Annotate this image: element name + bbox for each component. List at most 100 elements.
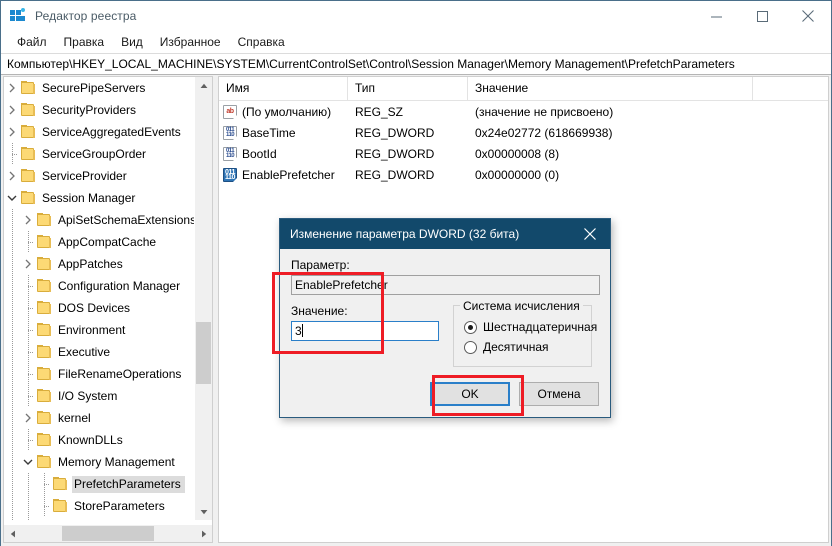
tree-item-apisetschemaextensions[interactable]: ApiSetSchemaExtensions [4, 209, 196, 231]
tree-horizontal-scrollbar[interactable] [4, 524, 212, 542]
tree-item-appcompatcache[interactable]: AppCompatCache [4, 231, 196, 253]
value-and-base-row: Значение: 3 Система исчисления Шестнадца… [291, 304, 599, 367]
scroll-up-arrow[interactable] [195, 77, 212, 94]
tree-item-label: kernel [56, 410, 95, 427]
title-bar: Редактор реестра [1, 1, 831, 31]
tree-guide [4, 341, 20, 363]
tree-item-securityproviders[interactable]: SecurityProviders [4, 99, 196, 121]
folder-icon [20, 81, 36, 95]
menu-edit[interactable]: Правка [56, 33, 114, 51]
value-name-input[interactable]: EnablePrefetcher [291, 275, 600, 295]
chevron-down-icon[interactable] [4, 187, 20, 209]
menu-view[interactable]: Вид [113, 33, 152, 51]
folder-icon [20, 191, 36, 205]
tree-item-dos-devices[interactable]: DOS Devices [4, 297, 196, 319]
tree-item-securepipeservers[interactable]: SecurePipeServers [4, 77, 196, 99]
tree-guide [4, 429, 20, 451]
tree-item-servicegrouporder[interactable]: ServiceGroupOrder [4, 143, 196, 165]
tree-item-prefetchparameters[interactable]: PrefetchParameters [4, 473, 196, 495]
tree-guide [4, 385, 20, 407]
chevron-right-icon[interactable] [20, 253, 36, 275]
tree-item-knowndlls[interactable]: KnownDLLs [4, 429, 196, 451]
column-header-value[interactable]: Значение [468, 77, 753, 100]
folder-icon [36, 279, 52, 293]
scroll-left-arrow[interactable] [4, 525, 21, 542]
tree-item-label: PrefetchParameters [72, 476, 185, 493]
menu-file[interactable]: Файл [9, 33, 56, 51]
column-header-type[interactable]: Тип [348, 77, 468, 100]
chevron-right-icon[interactable] [4, 121, 20, 143]
folder-icon [36, 301, 52, 315]
menu-bar: Файл Правка Вид Избранное Справка [1, 31, 831, 53]
folder-icon [36, 323, 52, 337]
tree-guide [4, 209, 20, 231]
radio-decimal[interactable]: Десятичная [464, 337, 591, 357]
cell-type: REG_SZ [348, 105, 468, 119]
tree-scroll-thumb[interactable] [196, 322, 211, 384]
tree-item-kernel[interactable]: kernel [4, 407, 196, 429]
cell-value: 0x00000000 (0) [468, 168, 828, 182]
menu-favorites[interactable]: Избранное [152, 33, 230, 51]
table-row[interactable]: 011110EnablePrefetcherREG_DWORD0x0000000… [219, 164, 828, 185]
value-data-label: Значение: [291, 304, 439, 318]
scroll-down-arrow[interactable] [195, 503, 212, 520]
registry-values-list[interactable]: ab(По умолчанию)REG_SZ(значение не присв… [219, 101, 828, 185]
registry-tree[interactable]: SecurePipeServersSecurityProviders Servic… [4, 77, 196, 520]
close-button[interactable] [785, 1, 831, 31]
tree-item-namespaceseparation[interactable]: NamespaceSeparation [4, 517, 196, 520]
tree-item-apppatches[interactable]: AppPatches [4, 253, 196, 275]
tree-item-configuration-manager[interactable]: Configuration Manager [4, 275, 196, 297]
tree-item-executive[interactable]: Executive [4, 341, 196, 363]
table-row[interactable]: ab(По умолчанию)REG_SZ(значение не присв… [219, 101, 828, 122]
column-header-name[interactable]: Имя [219, 77, 348, 100]
radio-hexadecimal[interactable]: Шестнадцатеричная [464, 317, 591, 337]
table-row[interactable]: 011110BootIdREG_DWORD0x00000008 (8) [219, 143, 828, 164]
value-data-input[interactable]: 3 [291, 321, 439, 341]
dword-value-icon: 011110 [223, 126, 237, 140]
menu-help[interactable]: Справка [230, 33, 294, 51]
tree-item-session-manager[interactable]: Session Manager [4, 187, 196, 209]
scroll-right-arrow[interactable] [195, 525, 212, 542]
tree-item-label: Memory Management [56, 454, 179, 471]
chevron-right-icon[interactable] [4, 99, 20, 121]
cell-name: 011110EnablePrefetcher [219, 168, 348, 182]
cancel-button[interactable]: Отмена [519, 382, 599, 406]
tree-item-storeparameters[interactable]: StoreParameters [4, 495, 196, 517]
chevron-down-icon[interactable] [20, 451, 36, 473]
tree-guide [20, 363, 36, 385]
chevron-right-icon[interactable] [4, 77, 20, 99]
dialog-close-button[interactable] [570, 219, 610, 249]
tree-guide [36, 495, 52, 517]
tree-guide [20, 341, 36, 363]
address-bar[interactable]: Компьютер\HKEY_LOCAL_MACHINE\SYSTEM\Curr… [1, 53, 831, 75]
registry-icon [10, 8, 26, 24]
tree-item-serviceaggregatedevents[interactable]: ServiceAggregatedEvents [4, 121, 196, 143]
tree-item-label: ServiceAggregatedEvents [40, 124, 185, 141]
chevron-right-icon[interactable] [20, 407, 36, 429]
tree-guide [20, 275, 36, 297]
radio-decimal-indicator [464, 341, 477, 354]
tree-item-i-o-system[interactable]: I/O System [4, 385, 196, 407]
dialog-title: Изменение параметра DWORD (32 бита) [290, 227, 519, 241]
chevron-right-icon[interactable] [20, 209, 36, 231]
ok-button[interactable]: OK [430, 382, 510, 406]
list-header: Имя Тип Значение [219, 77, 828, 101]
tree-hscroll-thumb[interactable] [62, 526, 154, 541]
table-row[interactable]: 011110BaseTimeREG_DWORD0x24e02772 (61866… [219, 122, 828, 143]
tree-guide [4, 231, 20, 253]
chevron-right-icon[interactable] [4, 165, 20, 187]
tree-item-filerenameoperations[interactable]: FileRenameOperations [4, 363, 196, 385]
minimize-button[interactable] [693, 1, 739, 31]
dialog-body: Параметр: EnablePrefetcher Значение: 3 С… [280, 249, 610, 367]
tree-item-environment[interactable]: Environment [4, 319, 196, 341]
tree-vertical-scrollbar[interactable] [194, 77, 212, 520]
tree-item-memory-management[interactable]: Memory Management [4, 451, 196, 473]
maximize-button[interactable] [739, 1, 785, 31]
tree-guide [20, 473, 36, 495]
number-base-group: Система исчисления Шестнадцатеричная Дес… [453, 305, 592, 367]
folder-icon [36, 235, 52, 249]
number-base-legend: Система исчисления [460, 299, 583, 313]
cell-name: 011110BaseTime [219, 126, 348, 140]
tree-item-label: FileRenameOperations [56, 366, 185, 383]
tree-item-serviceprovider[interactable]: ServiceProvider [4, 165, 196, 187]
